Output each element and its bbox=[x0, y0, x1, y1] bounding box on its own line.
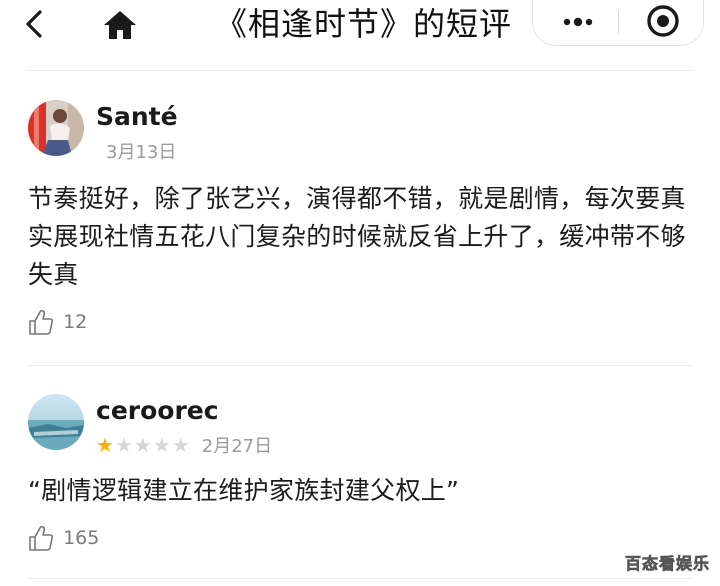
mini-program-capsule bbox=[532, 0, 704, 46]
thumbs-up-icon bbox=[29, 309, 54, 335]
top-navigation-bar: 《相逢时节》的短评 bbox=[0, 0, 720, 50]
star-empty-icon: ★ bbox=[152, 432, 171, 457]
review-card: ceroorec ★★★★★ 2月27日 “剧情逻辑建立在维护家族封建父权上” … bbox=[28, 394, 692, 564]
review-content: “剧情逻辑建立在维护家族封建父权上” bbox=[28, 476, 460, 505]
review-username[interactable]: ceroorec bbox=[96, 396, 219, 425]
review-card: Santé 3月13日 节奏挺好，除了张艺兴，演得都不错，就是剧情，每次要真实展… bbox=[28, 100, 692, 350]
star-empty-icon: ★ bbox=[114, 432, 133, 457]
star-rating: ★★★★★ bbox=[96, 435, 191, 456]
review-date: 3月13日 bbox=[106, 142, 177, 163]
review-meta: 3月13日 bbox=[96, 138, 177, 163]
avatar[interactable] bbox=[28, 100, 84, 156]
review-date: 2月27日 bbox=[201, 436, 273, 457]
home-icon[interactable] bbox=[100, 6, 140, 42]
like-button[interactable]: 165 bbox=[28, 524, 99, 552]
like-count: 165 bbox=[63, 527, 100, 549]
star-empty-icon: ★ bbox=[133, 432, 152, 457]
review-content: 节奏挺好，除了张艺兴，演得都不错，就是剧情，每次要真实展现社情五花八门复杂的时候… bbox=[28, 184, 686, 289]
thumbs-up-icon bbox=[29, 525, 54, 551]
like-count: 12 bbox=[63, 311, 88, 333]
review-username[interactable]: Santé bbox=[96, 102, 178, 131]
avatar[interactable] bbox=[28, 394, 84, 450]
watermark: 百态看娱乐 bbox=[624, 554, 710, 574]
divider bbox=[28, 365, 692, 366]
star-empty-icon: ★ bbox=[171, 432, 190, 457]
star-filled-icon: ★ bbox=[96, 432, 114, 457]
divider bbox=[28, 578, 692, 579]
target-circle-icon[interactable] bbox=[643, 2, 683, 40]
page-title: 《相逢时节》的短评 bbox=[215, 5, 513, 43]
more-dots-icon[interactable] bbox=[553, 4, 603, 38]
capsule-divider bbox=[618, 10, 619, 34]
like-button[interactable]: 12 bbox=[28, 308, 87, 336]
chevron-left-icon[interactable] bbox=[20, 6, 50, 42]
divider bbox=[28, 70, 692, 71]
review-meta: ★★★★★ 2月27日 bbox=[96, 432, 273, 458]
